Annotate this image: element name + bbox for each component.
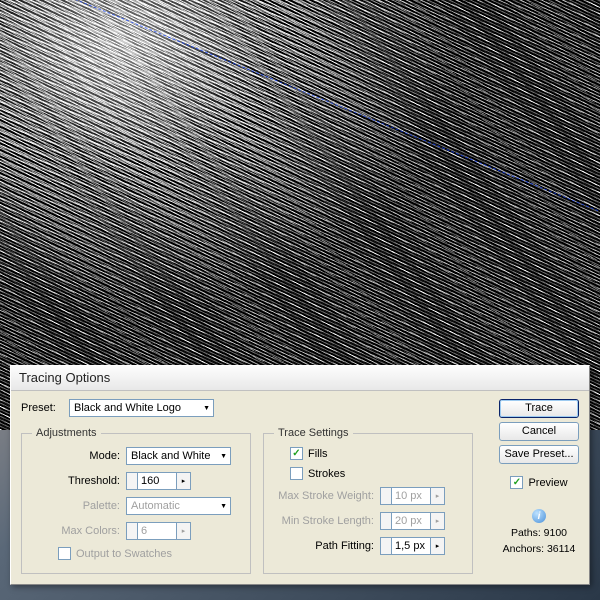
strokes-checkbox[interactable]: Strokes — [290, 467, 345, 480]
fills-checkbox[interactable]: ✓ Fills — [290, 447, 328, 460]
checkbox-box-icon — [58, 547, 71, 560]
trace-settings-legend: Trace Settings — [274, 427, 353, 439]
max-stroke-weight-spinner — [380, 487, 391, 505]
max-stroke-weight-input: 10 px — [391, 487, 431, 505]
threshold-input[interactable]: 160 — [137, 472, 177, 490]
maxcolors-label: Max Colors: — [32, 525, 120, 537]
max-stroke-weight-slider: ▸ — [431, 487, 445, 505]
cancel-button[interactable]: Cancel — [499, 422, 579, 441]
preset-label: Preset: — [21, 402, 61, 414]
anchors-stat: Anchors: 36114 — [499, 543, 579, 555]
maxcolors-input: 6 — [137, 522, 177, 540]
preview-checkbox[interactable]: ✓ Preview — [510, 476, 567, 489]
paths-stat: Paths: 9100 — [499, 527, 579, 539]
info-icon[interactable]: i — [532, 509, 546, 523]
maxcolors-slider: ▸ — [177, 522, 191, 540]
tracing-options-dialog: Tracing Options Preset: Black and White … — [10, 365, 590, 585]
checkbox-box-icon — [290, 467, 303, 480]
path-fitting-input[interactable]: 1,5 px — [391, 537, 431, 555]
output-swatches-checkbox[interactable]: Output to Swatches — [58, 547, 172, 560]
max-stroke-weight-label: Max Stroke Weight: — [274, 490, 374, 502]
mode-dropdown[interactable]: Black and White — [126, 447, 231, 465]
maxcolors-spinner — [126, 522, 137, 540]
adjustments-group: Adjustments Mode: Black and White Thresh… — [21, 427, 251, 574]
palette-dropdown: Automatic — [126, 497, 231, 515]
trace-button[interactable]: Trace — [499, 399, 579, 418]
dialog-title: Tracing Options — [11, 366, 589, 391]
adjustments-legend: Adjustments — [32, 427, 101, 439]
min-stroke-length-spinner — [380, 512, 391, 530]
path-fitting-spinner[interactable] — [380, 537, 391, 555]
strokes-label: Strokes — [308, 468, 345, 480]
threshold-slider[interactable]: ▸ — [177, 472, 191, 490]
path-fitting-slider[interactable]: ▸ — [431, 537, 445, 555]
trace-settings-group: Trace Settings ✓ Fills Strokes — [263, 427, 473, 574]
path-fitting-label: Path Fitting: — [274, 540, 374, 552]
output-swatches-label: Output to Swatches — [76, 548, 172, 560]
min-stroke-length-label: Min Stroke Length: — [274, 515, 374, 527]
palette-label: Palette: — [32, 500, 120, 512]
save-preset-button[interactable]: Save Preset... — [499, 445, 579, 464]
checkbox-checked-icon: ✓ — [290, 447, 303, 460]
checkbox-checked-icon: ✓ — [510, 476, 523, 489]
fills-label: Fills — [308, 448, 328, 460]
min-stroke-length-input: 20 px — [391, 512, 431, 530]
preset-dropdown[interactable]: Black and White Logo — [69, 399, 214, 417]
threshold-label: Threshold: — [32, 475, 120, 487]
min-stroke-length-slider: ▸ — [431, 512, 445, 530]
mode-label: Mode: — [32, 450, 120, 462]
preview-label: Preview — [528, 477, 567, 489]
threshold-spinner[interactable] — [126, 472, 137, 490]
